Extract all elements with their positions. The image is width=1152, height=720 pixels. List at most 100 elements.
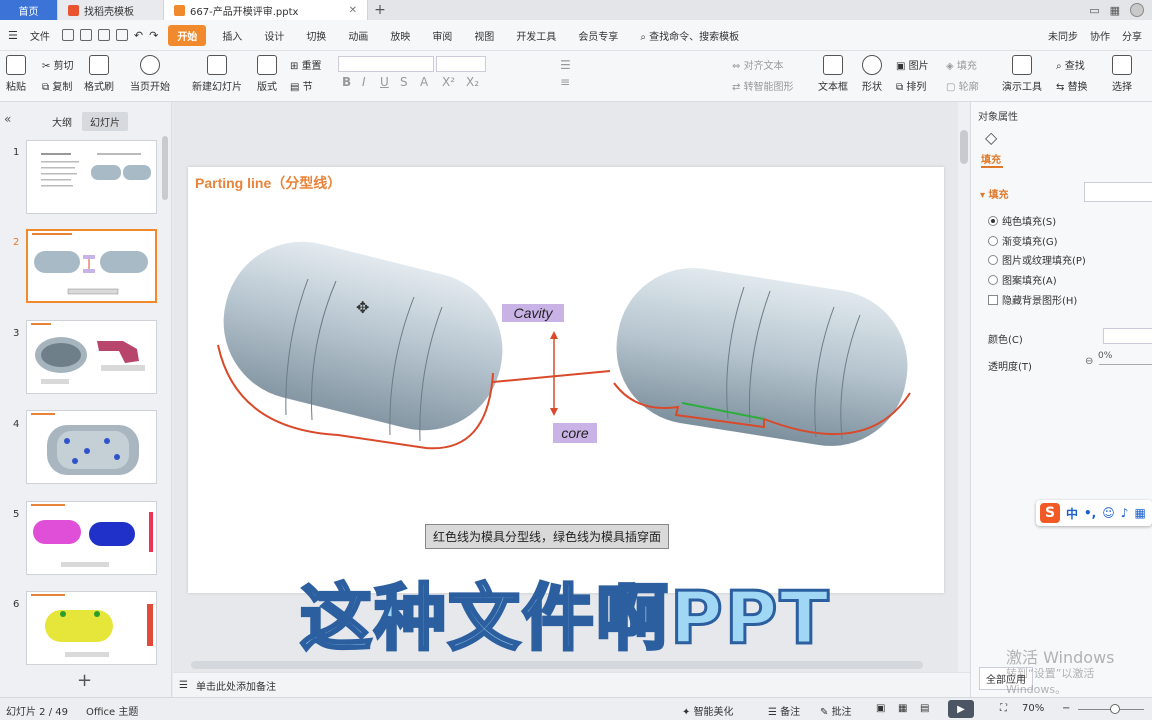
transparency-slider[interactable]	[1099, 364, 1152, 365]
slide-horizontal-scrollbar[interactable]	[191, 661, 923, 669]
color-picker[interactable]	[1103, 328, 1152, 344]
preview-icon[interactable]	[115, 29, 128, 41]
collapse-panel-icon[interactable]: «	[4, 112, 11, 126]
subscript-icon[interactable]: X₂	[466, 75, 479, 89]
replace-button[interactable]: ⇆ 替换	[1056, 78, 1088, 93]
reset-button[interactable]: ⊞ 重置	[290, 57, 322, 72]
cut-button[interactable]: ✂ 剪切	[42, 57, 74, 72]
slide-canvas[interactable]: Parting line（分型线） Cavity core ✥ 红色线为模具分型…	[188, 167, 944, 593]
radio-selected[interactable]	[988, 215, 998, 226]
thumbnail-scrollbar[interactable]	[162, 136, 168, 200]
save-icon[interactable]	[61, 29, 74, 41]
new-slide-button[interactable]: 新建幻灯片	[192, 55, 242, 93]
zoom-slider-knob[interactable]	[1110, 704, 1120, 714]
radio[interactable]	[988, 254, 998, 265]
menu-tab-slideshow[interactable]: 放映	[384, 25, 416, 46]
picture-fill-option[interactable]: 图片或纹理填充(P)	[988, 252, 1086, 267]
superscript-icon[interactable]: X²	[442, 75, 455, 89]
notes-placeholder[interactable]: 单击此处添加备注	[196, 678, 276, 693]
radio[interactable]	[988, 274, 998, 285]
print-icon[interactable]	[97, 29, 110, 41]
arrange-button[interactable]: ⧉ 排列	[896, 78, 926, 93]
notes-toggle-button[interactable]: ☰ 备注	[768, 703, 800, 718]
align-left-icon[interactable]: ≡	[560, 75, 570, 89]
slide-caption[interactable]: 红色线为模具分型线，绿色线为模具插穿面	[425, 524, 670, 549]
decrease-transparency-icon[interactable]: ⊖	[1085, 356, 1093, 367]
slide-thumbnail-1[interactable]	[26, 140, 157, 214]
shape-button[interactable]: 形状	[862, 55, 882, 93]
grid-view-icon[interactable]: ▦	[1110, 4, 1120, 17]
slide-thumbnail-5[interactable]	[26, 501, 157, 575]
menu-tab-insert[interactable]: 插入	[216, 25, 248, 46]
find-button[interactable]: ⌕ 查找	[1056, 57, 1085, 72]
font-size-select[interactable]	[436, 56, 486, 72]
collaborate-button[interactable]: 协作	[1090, 28, 1110, 43]
undo-icon[interactable]: ↶	[134, 29, 143, 42]
hide-background-option[interactable]: 隐藏背景图形(H)	[988, 292, 1077, 307]
tab-fill[interactable]: 填充	[981, 151, 1001, 166]
bold-icon[interactable]: B	[342, 75, 351, 89]
close-tab-icon[interactable]: ✕	[349, 5, 357, 16]
italic-icon[interactable]: I	[362, 75, 366, 89]
picture-button[interactable]: ▣ 图片	[896, 57, 929, 72]
solid-fill-option[interactable]: 纯色填充(S)	[988, 213, 1056, 228]
presentation-tools-button[interactable]: 演示工具	[1002, 55, 1042, 93]
theme-name[interactable]: Office 主题	[86, 703, 138, 718]
select-button[interactable]: 选择	[1112, 55, 1132, 93]
play-slideshow-button[interactable]: ▶	[948, 700, 974, 718]
font-family-select[interactable]	[338, 56, 434, 72]
copy-button[interactable]: ⧉ 复制	[42, 78, 72, 93]
tab-docer-templates[interactable]: 找稻壳模板	[58, 0, 164, 20]
reading-view-icon[interactable]: ▤	[920, 703, 929, 714]
add-slide-button[interactable]: +	[77, 670, 92, 691]
menu-tab-developer[interactable]: 开发工具	[510, 25, 562, 46]
keyboard-icon[interactable]: ▦	[1134, 506, 1145, 520]
checkbox[interactable]	[988, 294, 998, 305]
tab-home[interactable]: 首页	[0, 0, 58, 20]
paste-button[interactable]: 粘贴	[6, 55, 26, 93]
play-from-current-button[interactable]: 当页开始	[130, 55, 170, 93]
slide-thumbnail-2[interactable]	[26, 229, 157, 303]
comments-button[interactable]: ✎ 批注	[820, 703, 852, 718]
vertical-scroll-thumb[interactable]	[960, 130, 968, 164]
emoji-icon[interactable]: ☺	[1102, 506, 1115, 520]
ime-toolbar[interactable]: S 中 •, ☺ ♪ ▦	[1036, 500, 1152, 526]
normal-view-icon[interactable]: ▣	[876, 703, 885, 714]
microphone-icon[interactable]: ♪	[1121, 506, 1129, 520]
radio[interactable]	[988, 235, 998, 246]
smartart-button[interactable]: ⇄ 转智能图形	[732, 78, 794, 93]
menu-tab-home[interactable]: 开始	[168, 24, 207, 46]
fill-bucket-icon[interactable]: ◇	[985, 128, 997, 147]
avatar[interactable]	[1130, 3, 1144, 17]
textbox-button[interactable]: 文本框	[818, 55, 848, 93]
font-color-icon[interactable]: A	[420, 75, 428, 89]
share-button[interactable]: 分享	[1122, 28, 1142, 43]
window-layout-icon[interactable]: ▭	[1089, 4, 1099, 17]
slide-thumbnail-6[interactable]	[26, 591, 157, 665]
add-tab-button[interactable]: +	[368, 0, 392, 20]
zoom-level[interactable]: 70%	[1022, 703, 1044, 714]
pattern-fill-option[interactable]: 图案填充(A)	[988, 272, 1057, 287]
underline-icon[interactable]: U	[380, 75, 389, 89]
tab-document[interactable]: 667-产品开模评审.pptx ✕	[164, 0, 368, 20]
bullet-list-icon[interactable]: ☰	[560, 58, 571, 72]
fit-window-icon[interactable]: ⛶	[1000, 703, 1007, 714]
layout-button[interactable]: 版式	[257, 55, 277, 93]
fill-type-box[interactable]	[1084, 182, 1152, 202]
tab-outline[interactable]: 大纲	[44, 112, 80, 131]
ime-lang[interactable]: 中	[1066, 505, 1078, 522]
notes-bar[interactable]: ☰ 单击此处添加备注	[173, 672, 970, 697]
smart-beautify-button[interactable]: ✦ 智能美化	[682, 703, 734, 718]
slide-thumbnail-3[interactable]	[26, 320, 157, 394]
align-text-button[interactable]: ⇔ 对齐文本	[732, 57, 784, 72]
menu-tab-view[interactable]: 视图	[468, 25, 500, 46]
slide-vertical-scrollbar[interactable]	[958, 102, 970, 672]
command-search[interactable]: ⌕ 查找命令、搜索模板	[634, 25, 745, 46]
menu-tab-design[interactable]: 设计	[258, 25, 290, 46]
gradient-fill-option[interactable]: 渐变填充(G)	[988, 233, 1058, 248]
shadow-icon[interactable]: S	[400, 75, 408, 89]
menu-tab-transition[interactable]: 切换	[300, 25, 332, 46]
file-menu[interactable]: 文件	[24, 25, 56, 46]
punctuation-icon[interactable]: •,	[1084, 506, 1096, 520]
sync-status[interactable]: 未同步	[1048, 28, 1078, 43]
